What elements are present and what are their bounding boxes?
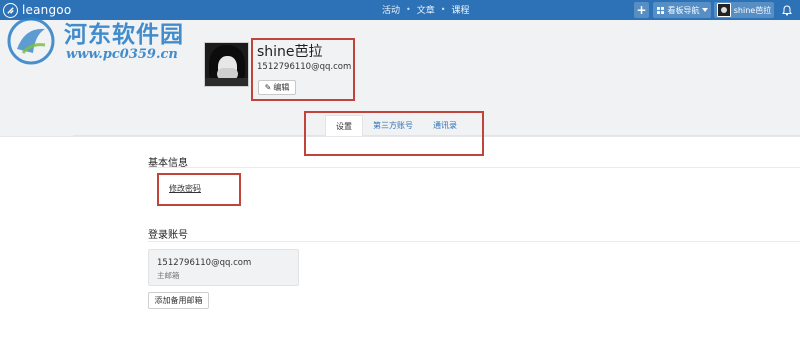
add-backup-email-button[interactable]: 添加备用邮箱 bbox=[148, 292, 209, 309]
nav-articles[interactable]: 文章 bbox=[417, 3, 435, 16]
grid-icon bbox=[656, 6, 664, 14]
nav-separator: • bbox=[440, 5, 446, 14]
highlight-box-tabs bbox=[304, 111, 484, 156]
add-button[interactable]: + bbox=[634, 2, 649, 18]
profile-avatar[interactable] bbox=[204, 42, 249, 87]
primary-email-tag: 主邮箱 bbox=[157, 271, 180, 280]
account-email: 1512796110@qq.com bbox=[157, 258, 252, 268]
watermark-title: 河东软件园 bbox=[64, 21, 184, 48]
watermark-url: www.pc0359.cn bbox=[66, 47, 178, 62]
avatar-shoulders bbox=[205, 78, 248, 86]
bell-icon bbox=[782, 4, 792, 16]
nav-separator: • bbox=[406, 5, 411, 14]
board-nav-button[interactable]: 看板导航 bbox=[653, 2, 711, 18]
user-name: shine芭拉 bbox=[733, 5, 772, 15]
watermark-logo-icon bbox=[7, 17, 55, 65]
divider bbox=[148, 167, 800, 168]
login-account-title: 登录账号 bbox=[148, 230, 188, 241]
plus-icon: + bbox=[636, 3, 647, 17]
caret-down-icon bbox=[701, 8, 708, 12]
top-nav-links: 活动 • 文章 • 课程 bbox=[382, 3, 469, 16]
highlight-box-profile bbox=[251, 38, 355, 101]
user-menu[interactable]: shine芭拉 bbox=[714, 2, 774, 18]
highlight-box-password bbox=[157, 173, 241, 206]
account-card: 1512796110@qq.com 主邮箱 bbox=[148, 249, 299, 286]
nav-courses[interactable]: 课程 bbox=[451, 3, 469, 16]
divider bbox=[148, 241, 800, 242]
nav-activity[interactable]: 活动 bbox=[382, 3, 400, 16]
avatar bbox=[716, 3, 731, 17]
notifications-button[interactable] bbox=[778, 2, 796, 18]
board-nav-label: 看板导航 bbox=[667, 5, 700, 15]
